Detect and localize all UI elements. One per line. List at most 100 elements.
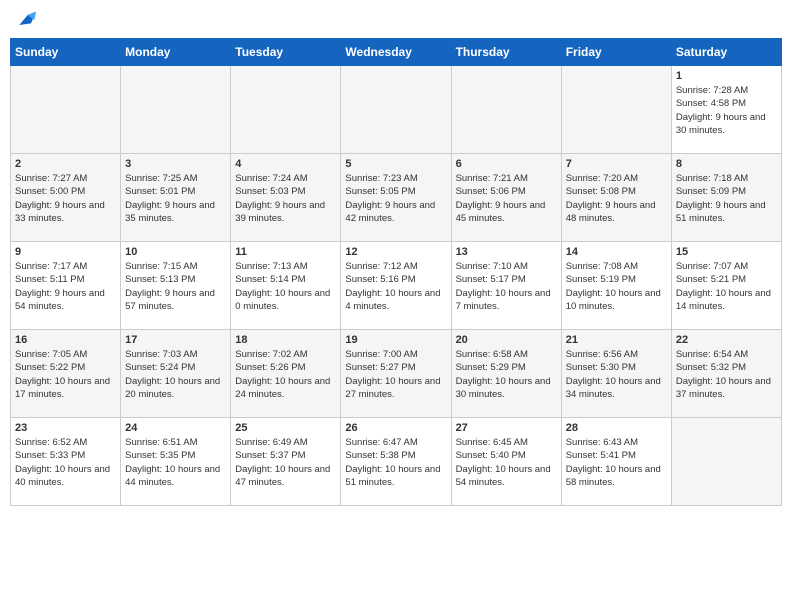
day-info: Sunrise: 7:15 AM Sunset: 5:13 PM Dayligh…	[125, 260, 226, 313]
calendar-cell: 19 Sunrise: 7:00 AM Sunset: 5:27 PM Dayli…	[341, 330, 451, 418]
calendar-cell: 5 Sunrise: 7:23 AM Sunset: 5:05 PM Daylig…	[341, 154, 451, 242]
day-number: 8	[676, 158, 777, 170]
calendar-week-row: 16 Sunrise: 7:05 AM Sunset: 5:22 PM Dayli…	[11, 330, 782, 418]
day-number: 20	[456, 334, 557, 346]
calendar-header-row: SundayMondayTuesdayWednesdayThursdayFrid…	[11, 39, 782, 66]
calendar-cell: 8 Sunrise: 7:18 AM Sunset: 5:09 PM Daylig…	[671, 154, 781, 242]
day-number: 3	[125, 158, 226, 170]
day-number: 17	[125, 334, 226, 346]
day-number: 4	[235, 158, 336, 170]
weekday-header-saturday: Saturday	[671, 39, 781, 66]
day-number: 19	[345, 334, 446, 346]
day-info: Sunrise: 7:03 AM Sunset: 5:24 PM Dayligh…	[125, 348, 226, 401]
calendar-cell: 17 Sunrise: 7:03 AM Sunset: 5:24 PM Dayli…	[121, 330, 231, 418]
day-number: 26	[345, 422, 446, 434]
calendar-cell: 23 Sunrise: 6:52 AM Sunset: 5:33 PM Dayli…	[11, 418, 121, 506]
day-info: Sunrise: 7:18 AM Sunset: 5:09 PM Dayligh…	[676, 172, 777, 225]
calendar-cell: 10 Sunrise: 7:15 AM Sunset: 5:13 PM Dayli…	[121, 242, 231, 330]
day-info: Sunrise: 7:12 AM Sunset: 5:16 PM Dayligh…	[345, 260, 446, 313]
calendar-cell: 9Sunrise: 7:17 AM Sunset: 5:11 PM Daylig…	[11, 242, 121, 330]
day-number: 16	[15, 334, 116, 346]
calendar-cell: 2 Sunrise: 7:27 AM Sunset: 5:00 PM Daylig…	[11, 154, 121, 242]
day-number: 24	[125, 422, 226, 434]
calendar-cell: 1Sunrise: 7:28 AM Sunset: 4:58 PM Daylig…	[671, 66, 781, 154]
day-number: 18	[235, 334, 336, 346]
calendar-cell: 15 Sunrise: 7:07 AM Sunset: 5:21 PM Dayli…	[671, 242, 781, 330]
calendar-cell: 24 Sunrise: 6:51 AM Sunset: 5:35 PM Dayli…	[121, 418, 231, 506]
day-number: 6	[456, 158, 557, 170]
calendar-cell: 18 Sunrise: 7:02 AM Sunset: 5:26 PM Dayli…	[231, 330, 341, 418]
calendar-cell	[11, 66, 121, 154]
weekday-header-wednesday: Wednesday	[341, 39, 451, 66]
day-number: 21	[566, 334, 667, 346]
day-info: Sunrise: 6:45 AM Sunset: 5:40 PM Dayligh…	[456, 436, 557, 489]
day-info: Sunrise: 7:07 AM Sunset: 5:21 PM Dayligh…	[676, 260, 777, 313]
day-number: 27	[456, 422, 557, 434]
calendar-week-row: 9Sunrise: 7:17 AM Sunset: 5:11 PM Daylig…	[11, 242, 782, 330]
day-info: Sunrise: 7:27 AM Sunset: 5:00 PM Dayligh…	[15, 172, 116, 225]
calendar-cell	[121, 66, 231, 154]
day-info: Sunrise: 7:24 AM Sunset: 5:03 PM Dayligh…	[235, 172, 336, 225]
day-info: Sunrise: 7:13 AM Sunset: 5:14 PM Dayligh…	[235, 260, 336, 313]
calendar-cell: 25 Sunrise: 6:49 AM Sunset: 5:37 PM Dayli…	[231, 418, 341, 506]
day-number: 13	[456, 246, 557, 258]
day-info: Sunrise: 7:02 AM Sunset: 5:26 PM Dayligh…	[235, 348, 336, 401]
calendar-week-row: 23 Sunrise: 6:52 AM Sunset: 5:33 PM Dayli…	[11, 418, 782, 506]
day-info: Sunrise: 7:21 AM Sunset: 5:06 PM Dayligh…	[456, 172, 557, 225]
calendar-cell	[671, 418, 781, 506]
day-info: Sunrise: 7:25 AM Sunset: 5:01 PM Dayligh…	[125, 172, 226, 225]
day-info: Sunrise: 6:58 AM Sunset: 5:29 PM Dayligh…	[456, 348, 557, 401]
calendar-cell: 4 Sunrise: 7:24 AM Sunset: 5:03 PM Daylig…	[231, 154, 341, 242]
calendar-cell	[561, 66, 671, 154]
calendar-cell: 14 Sunrise: 7:08 AM Sunset: 5:19 PM Dayli…	[561, 242, 671, 330]
day-info: Sunrise: 6:52 AM Sunset: 5:33 PM Dayligh…	[15, 436, 116, 489]
day-number: 9	[15, 246, 116, 258]
calendar-cell	[341, 66, 451, 154]
day-info: Sunrise: 7:00 AM Sunset: 5:27 PM Dayligh…	[345, 348, 446, 401]
calendar-cell: 26 Sunrise: 6:47 AM Sunset: 5:38 PM Dayli…	[341, 418, 451, 506]
calendar-cell: 3 Sunrise: 7:25 AM Sunset: 5:01 PM Daylig…	[121, 154, 231, 242]
day-info: Sunrise: 7:05 AM Sunset: 5:22 PM Dayligh…	[15, 348, 116, 401]
day-info: Sunrise: 7:28 AM Sunset: 4:58 PM Dayligh…	[676, 84, 777, 137]
weekday-header-friday: Friday	[561, 39, 671, 66]
day-info: Sunrise: 6:51 AM Sunset: 5:35 PM Dayligh…	[125, 436, 226, 489]
calendar-cell: 21Sunrise: 6:56 AM Sunset: 5:30 PM Dayli…	[561, 330, 671, 418]
calendar-week-row: 2 Sunrise: 7:27 AM Sunset: 5:00 PM Daylig…	[11, 154, 782, 242]
day-number: 10	[125, 246, 226, 258]
calendar-cell: 27 Sunrise: 6:45 AM Sunset: 5:40 PM Dayli…	[451, 418, 561, 506]
weekday-header-tuesday: Tuesday	[231, 39, 341, 66]
day-info: Sunrise: 6:47 AM Sunset: 5:38 PM Dayligh…	[345, 436, 446, 489]
weekday-header-sunday: Sunday	[11, 39, 121, 66]
calendar-cell: 6 Sunrise: 7:21 AM Sunset: 5:06 PM Daylig…	[451, 154, 561, 242]
day-info: Sunrise: 7:23 AM Sunset: 5:05 PM Dayligh…	[345, 172, 446, 225]
day-info: Sunrise: 6:49 AM Sunset: 5:37 PM Dayligh…	[235, 436, 336, 489]
calendar-cell: 13Sunrise: 7:10 AM Sunset: 5:17 PM Dayli…	[451, 242, 561, 330]
calendar-cell: 22 Sunrise: 6:54 AM Sunset: 5:32 PM Dayli…	[671, 330, 781, 418]
calendar-cell: 7 Sunrise: 7:20 AM Sunset: 5:08 PM Daylig…	[561, 154, 671, 242]
day-number: 5	[345, 158, 446, 170]
logo[interactable]	[14, 10, 36, 30]
day-info: Sunrise: 6:54 AM Sunset: 5:32 PM Dayligh…	[676, 348, 777, 401]
calendar-cell: 20 Sunrise: 6:58 AM Sunset: 5:29 PM Dayli…	[451, 330, 561, 418]
day-number: 28	[566, 422, 667, 434]
day-number: 22	[676, 334, 777, 346]
calendar-cell: 11 Sunrise: 7:13 AM Sunset: 5:14 PM Dayli…	[231, 242, 341, 330]
day-number: 23	[15, 422, 116, 434]
day-number: 2	[15, 158, 116, 170]
day-number: 14	[566, 246, 667, 258]
day-number: 12	[345, 246, 446, 258]
page-header	[10, 10, 782, 30]
day-number: 15	[676, 246, 777, 258]
weekday-header-thursday: Thursday	[451, 39, 561, 66]
calendar-cell	[451, 66, 561, 154]
day-number: 25	[235, 422, 336, 434]
calendar-cell: 28Sunrise: 6:43 AM Sunset: 5:41 PM Dayli…	[561, 418, 671, 506]
day-info: Sunrise: 7:20 AM Sunset: 5:08 PM Dayligh…	[566, 172, 667, 225]
day-number: 11	[235, 246, 336, 258]
day-info: Sunrise: 7:08 AM Sunset: 5:19 PM Dayligh…	[566, 260, 667, 313]
logo-icon	[16, 10, 36, 30]
weekday-header-monday: Monday	[121, 39, 231, 66]
calendar-cell	[231, 66, 341, 154]
calendar-cell: 12 Sunrise: 7:12 AM Sunset: 5:16 PM Dayli…	[341, 242, 451, 330]
day-number: 7	[566, 158, 667, 170]
